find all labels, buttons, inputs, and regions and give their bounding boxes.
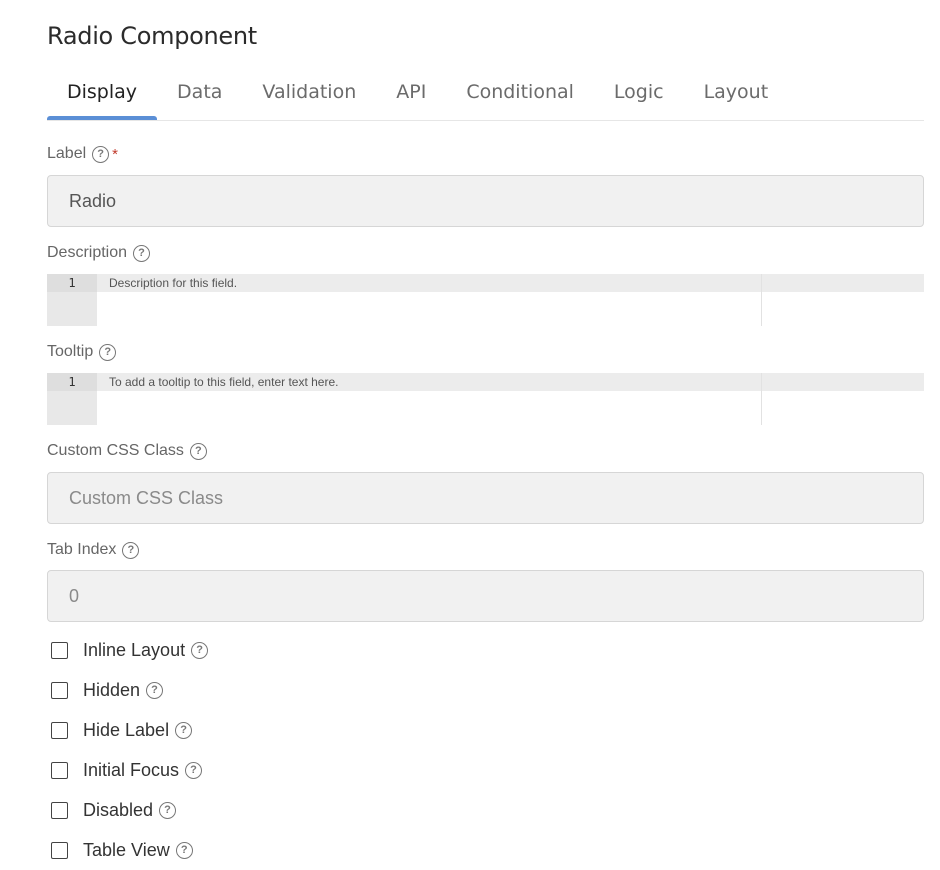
tab-data[interactable]: Data — [157, 70, 242, 119]
checkbox-label: Inline Layout — [83, 640, 186, 660]
tab-validation[interactable]: Validation — [242, 70, 376, 119]
help-icon[interactable]: ? — [122, 541, 140, 559]
help-icon[interactable]: ? — [175, 722, 193, 739]
help-icon[interactable]: ? — [133, 244, 151, 262]
tooltip-field-label-text: Tooltip — [47, 343, 94, 360]
hide-label-checkbox[interactable]: Hide Label ? — [51, 720, 193, 741]
initial-focus-checkbox[interactable]: Initial Focus ? — [51, 760, 203, 781]
print-margin — [761, 373, 762, 425]
description-field-label-text: Description — [47, 244, 128, 261]
help-icon[interactable]: ? — [185, 762, 203, 779]
tab-api[interactable]: API — [376, 70, 446, 119]
tab-index-input[interactable]: 0 — [47, 570, 924, 622]
label-field-label-text: Label — [47, 145, 87, 162]
help-icon[interactable]: ? — [146, 682, 164, 699]
help-icon[interactable]: ? — [159, 802, 177, 819]
checkbox-box[interactable] — [51, 762, 68, 779]
tooltip-editor[interactable]: 1 To add a tooltip to this field, enter … — [47, 373, 924, 425]
checkbox-label: Hidden — [83, 680, 141, 700]
tooltip-placeholder[interactable]: To add a tooltip to this field, enter te… — [97, 373, 924, 391]
tab-bar: Display Data Validation API Conditional … — [47, 70, 924, 121]
disabled-checkbox[interactable]: Disabled ? — [51, 800, 177, 821]
tab-index-field-label-text: Tab Index — [47, 541, 117, 558]
help-icon[interactable]: ? — [92, 145, 110, 163]
help-icon[interactable]: ? — [99, 343, 117, 361]
tooltip-field-label: Tooltip ? — [47, 343, 117, 361]
custom-css-input[interactable]: Custom CSS Class — [47, 472, 924, 524]
tab-display[interactable]: Display — [47, 70, 158, 120]
help-icon[interactable]: ? — [189, 442, 207, 460]
label-input[interactable]: Radio — [47, 175, 924, 227]
custom-css-field-label: Custom CSS Class ? — [47, 442, 207, 460]
label-field-label: Label ? * — [47, 145, 118, 163]
checkbox-label: Table View — [83, 840, 170, 860]
checkbox-label: Initial Focus — [83, 760, 180, 780]
help-icon[interactable]: ? — [175, 842, 193, 859]
checkbox-box[interactable] — [51, 802, 68, 819]
description-placeholder[interactable]: Description for this field. — [97, 274, 924, 292]
line-number: 1 — [47, 274, 97, 292]
tab-conditional[interactable]: Conditional — [446, 70, 594, 119]
description-field-label: Description ? — [47, 244, 151, 262]
line-number: 1 — [47, 373, 97, 391]
checkbox-box[interactable] — [51, 722, 68, 739]
table-view-checkbox[interactable]: Table View ? — [51, 840, 193, 861]
print-margin — [761, 274, 762, 326]
required-marker: * — [112, 145, 118, 163]
hidden-checkbox[interactable]: Hidden ? — [51, 680, 164, 701]
inline-layout-checkbox[interactable]: Inline Layout ? — [51, 640, 209, 661]
checkbox-label: Hide Label — [83, 720, 170, 740]
description-editor[interactable]: 1 Description for this field. — [47, 274, 924, 326]
checkbox-box[interactable] — [51, 682, 68, 699]
tab-layout[interactable]: Layout — [684, 70, 789, 119]
tab-index-field-label: Tab Index ? — [47, 541, 140, 559]
page-title: Radio Component — [47, 22, 257, 50]
checkbox-box[interactable] — [51, 842, 68, 859]
custom-css-field-label-text: Custom CSS Class — [47, 442, 184, 459]
help-icon[interactable]: ? — [191, 642, 209, 659]
checkbox-label: Disabled — [83, 800, 154, 820]
checkbox-box[interactable] — [51, 642, 68, 659]
tab-logic[interactable]: Logic — [594, 70, 684, 119]
